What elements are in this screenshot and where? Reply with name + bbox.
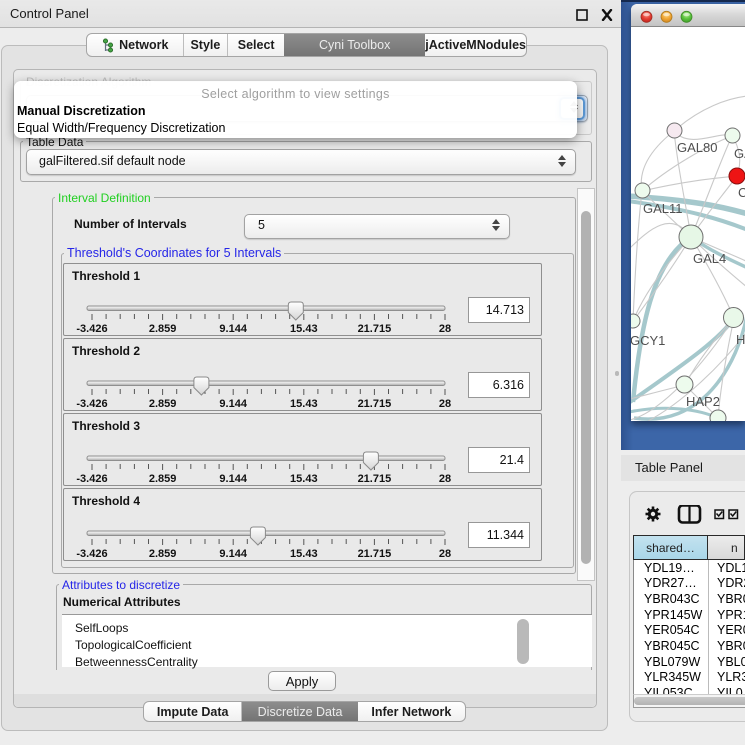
svg-text:GA: GA (734, 146, 745, 161)
svg-text:-3.426: -3.426 (76, 323, 107, 335)
svg-text:2.859: 2.859 (149, 323, 177, 335)
svg-text:21.715: 21.715 (358, 548, 392, 560)
svg-text:15.43: 15.43 (290, 398, 318, 410)
svg-text:15.43: 15.43 (290, 548, 318, 560)
svg-text:H: H (736, 332, 745, 347)
svg-text:9.144: 9.144 (219, 398, 247, 410)
svg-text:15.43: 15.43 (290, 323, 318, 335)
svg-text:HAP2: HAP2 (686, 394, 720, 409)
svg-text:2.859: 2.859 (149, 473, 177, 485)
svg-text:C: C (738, 185, 745, 200)
svg-text:-3.426: -3.426 (76, 398, 107, 410)
svg-text:28: 28 (439, 473, 451, 485)
svg-text:GAL4: GAL4 (693, 251, 726, 266)
svg-text:21.715: 21.715 (358, 323, 392, 335)
svg-text:-3.426: -3.426 (76, 548, 107, 560)
svg-text:GAL80: GAL80 (677, 140, 717, 155)
svg-text:-3.426: -3.426 (76, 473, 107, 485)
svg-text:15.43: 15.43 (290, 473, 318, 485)
svg-text:9.144: 9.144 (219, 323, 247, 335)
svg-text:28: 28 (439, 398, 451, 410)
svg-text:GCY1: GCY1 (631, 333, 665, 348)
svg-text:28: 28 (439, 548, 451, 560)
svg-text:9.144: 9.144 (219, 473, 247, 485)
svg-text:21.715: 21.715 (358, 398, 392, 410)
svg-text:9.144: 9.144 (219, 548, 247, 560)
svg-text:GAL11: GAL11 (643, 201, 683, 216)
svg-text:2.859: 2.859 (149, 548, 177, 560)
svg-text:21.715: 21.715 (358, 473, 392, 485)
svg-text:28: 28 (439, 323, 451, 335)
svg-text:2.859: 2.859 (149, 398, 177, 410)
